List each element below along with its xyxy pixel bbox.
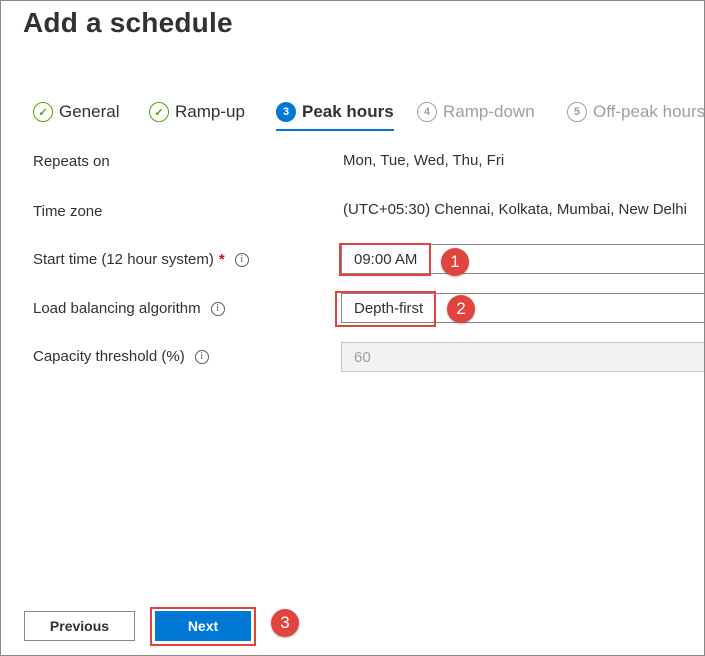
callout-badge-2: 2 [447,295,475,323]
time-zone-value: (UTC+05:30) Chennai, Kolkata, Mumbai, Ne… [343,201,687,218]
callout-badge-3: 3 [271,609,299,637]
tab-label: Off-peak hours [593,102,705,121]
time-zone-label-text: Time zone [33,203,103,220]
capacity-threshold-input: 60 [341,342,704,372]
info-icon[interactable]: i [210,301,225,316]
step-number-icon: 3 [276,102,296,122]
load-balancing-label: Load balancing algorithm i [33,300,225,317]
start-time-label-text: Start time (12 hour system) [33,251,214,268]
checkmark-icon: ✓ [149,102,169,122]
repeats-on-label-text: Repeats on [33,153,110,170]
schedule-panel: Add a schedule ✓ General ✓ Ramp-up 3 Pea… [0,0,705,656]
tab-label: Peak hours [302,102,394,121]
tab-label: Ramp-down [443,102,535,121]
tab-label: Ramp-up [175,102,245,121]
capacity-threshold-label: Capacity threshold (%) i [33,348,209,365]
repeats-on-label: Repeats on [33,153,110,170]
highlight-box [339,243,431,276]
tab-general[interactable]: ✓ General [33,98,119,126]
load-balancing-label-text: Load balancing algorithm [33,300,201,317]
checkmark-icon: ✓ [33,102,53,122]
step-number-icon: 5 [567,102,587,122]
callout-badge-1: 1 [441,248,469,276]
tab-ramp-down[interactable]: 4 Ramp-down [417,98,535,126]
page-title: Add a schedule [23,7,233,38]
tab-off-peak-hours[interactable]: 5 Off-peak hours [567,98,705,126]
capacity-threshold-value: 60 [354,348,371,366]
previous-button[interactable]: Previous [24,611,135,641]
highlight-box [335,291,436,327]
tab-peak-hours[interactable]: 3 Peak hours [276,98,394,131]
step-number-icon: 4 [417,102,437,122]
time-zone-label: Time zone [33,203,102,220]
start-time-label: Start time (12 hour system) * i [33,251,249,268]
capacity-threshold-label-text: Capacity threshold (%) [33,348,185,365]
tab-ramp-up[interactable]: ✓ Ramp-up [149,98,245,126]
required-marker: * [218,251,225,268]
tab-label: General [59,102,120,121]
info-icon[interactable]: i [194,349,209,364]
highlight-box [150,607,256,646]
info-icon[interactable]: i [234,252,249,267]
repeats-on-value: Mon, Tue, Wed, Thu, Fri [343,152,505,169]
